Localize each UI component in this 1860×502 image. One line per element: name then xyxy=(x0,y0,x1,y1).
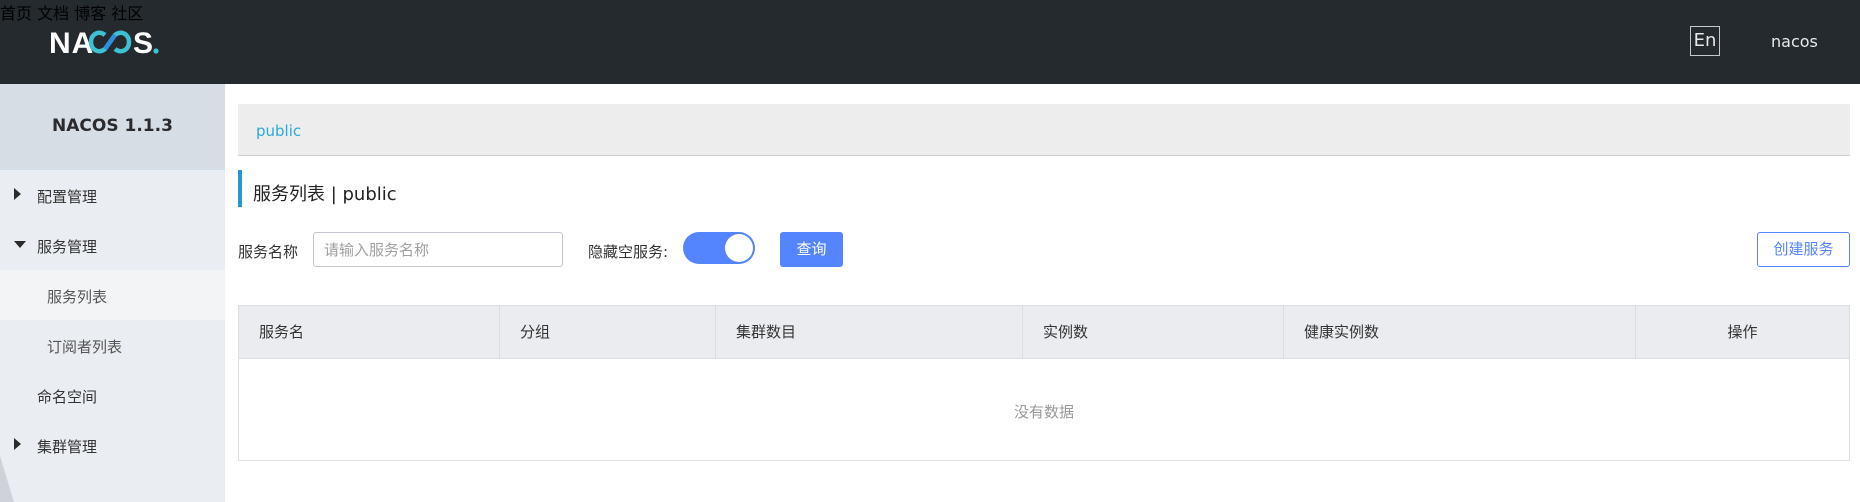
title-accent-bar xyxy=(238,170,242,207)
namespace-bar: public xyxy=(238,104,1850,156)
language-toggle-button[interactable]: En xyxy=(1690,26,1720,56)
nav-blog[interactable]: 博客 xyxy=(74,4,106,23)
user-name[interactable]: nacos xyxy=(1771,32,1818,51)
svg-text:S: S xyxy=(133,27,153,60)
caret-down-icon xyxy=(14,241,26,248)
sidebar-item-label: 配置管理 xyxy=(37,188,98,206)
nav-community[interactable]: 社区 xyxy=(111,4,143,23)
namespace-link[interactable]: public xyxy=(256,122,301,140)
sidebar-item-config-management[interactable]: 配置管理 xyxy=(0,170,225,220)
service-name-input[interactable] xyxy=(313,232,563,267)
hide-empty-services-switch[interactable] xyxy=(683,232,755,264)
column-header-cluster-count[interactable]: 集群数目 xyxy=(716,306,1023,358)
service-name-label: 服务名称 xyxy=(238,243,299,261)
caret-right-icon xyxy=(14,438,21,450)
create-service-button[interactable]: 创建服务 xyxy=(1757,232,1850,267)
switch-knob xyxy=(725,234,753,262)
sidebar-item-namespace[interactable]: 命名空间 xyxy=(0,370,225,420)
empty-table-message: 没有数据 xyxy=(1013,403,1074,421)
column-header-instance-count[interactable]: 实例数 xyxy=(1023,306,1284,358)
sidebar-item-subscriber-list[interactable]: 订阅者列表 xyxy=(0,320,225,370)
nacos-logo[interactable]: NA S xyxy=(49,22,189,62)
column-header-actions: 操作 xyxy=(1727,323,1758,341)
column-header-healthy-instance-count[interactable]: 健康实例数 xyxy=(1284,306,1636,358)
sidebar-item-cluster-management[interactable]: 集群管理 xyxy=(0,420,225,470)
caret-right-icon xyxy=(14,188,21,200)
query-button[interactable]: 查询 xyxy=(780,232,843,267)
page-title: 服务列表 | public xyxy=(253,184,397,205)
top-navbar: NA S 首页 文档 博客 社区 En nacos xyxy=(0,0,1860,84)
column-header-service-name[interactable]: 服务名 xyxy=(239,306,500,358)
sidebar: NACOS 1.1.3 配置管理 服务管理 服务列表 订阅者列表 命名空间 集群… xyxy=(0,84,225,502)
sidebar-item-label: 命名空间 xyxy=(37,388,98,406)
version-label: NACOS 1.1.3 xyxy=(52,116,173,136)
column-header-group[interactable]: 分组 xyxy=(500,306,716,358)
sidebar-item-service-management[interactable]: 服务管理 xyxy=(0,220,225,270)
nav-docs[interactable]: 文档 xyxy=(37,4,69,23)
sidebar-item-label: 服务列表 xyxy=(47,288,108,306)
sidebar-item-service-list[interactable]: 服务列表 xyxy=(0,270,225,320)
sidebar-item-label: 订阅者列表 xyxy=(47,338,123,356)
service-table: 服务名 分组 集群数目 实例数 健康实例数 操作 没有数据 xyxy=(238,305,1850,461)
table-header: 服务名 分组 集群数目 实例数 健康实例数 操作 xyxy=(239,306,1849,359)
nav-home[interactable]: 首页 xyxy=(0,4,32,23)
sidebar-item-label: 服务管理 xyxy=(37,238,98,256)
sidebar-collapse-handle[interactable] xyxy=(0,456,14,502)
sidebar-item-label: 集群管理 xyxy=(37,438,98,456)
hide-empty-services-label: 隐藏空服务: xyxy=(588,243,669,261)
sidebar-header: NACOS 1.1.3 xyxy=(0,84,225,170)
svg-text:NA: NA xyxy=(49,27,94,60)
